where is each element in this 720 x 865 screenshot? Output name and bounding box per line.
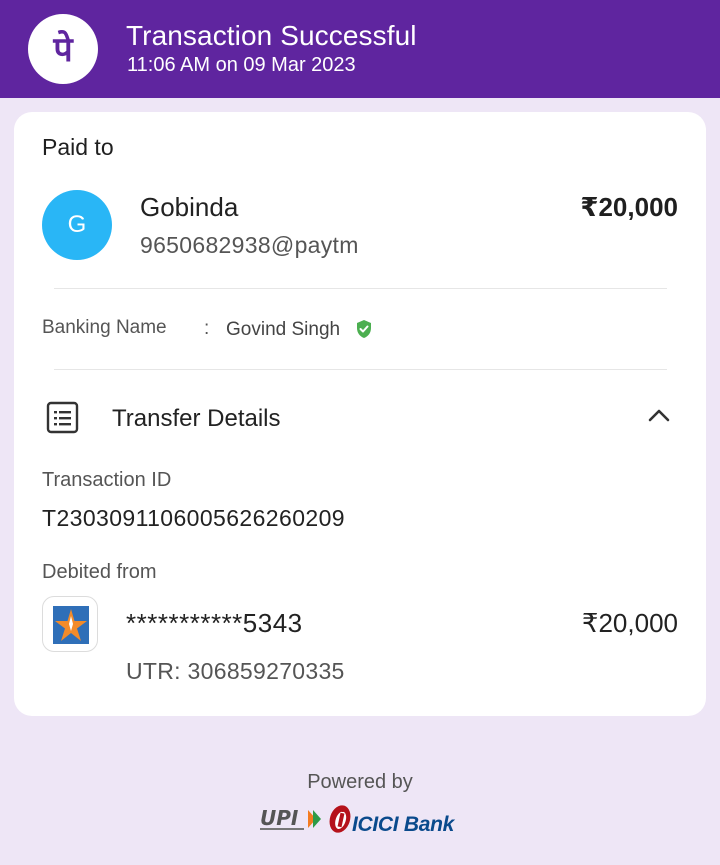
banking-name-label: Banking Name	[42, 317, 167, 338]
svg-text:UPI: UPI	[260, 806, 299, 830]
chevron-up-icon[interactable]	[648, 407, 670, 423]
transaction-id-value: T2303091106005626260209	[42, 505, 345, 531]
status-title: Transaction Successful	[126, 20, 417, 51]
payee-name: Gobinda	[140, 192, 239, 222]
payee-avatar: G	[42, 190, 112, 260]
utr-number: UTR: 306859270335	[126, 658, 345, 684]
paid-amount: ₹20,000	[580, 192, 678, 222]
header-bar: पे Transaction Successful 11:06 AM on 09…	[0, 0, 720, 98]
icici-bank-logo: ICICI Bank	[352, 813, 455, 836]
receipt-icon	[46, 401, 79, 434]
powered-by-label: Powered by	[307, 771, 413, 793]
transaction-id-label: Transaction ID	[42, 469, 172, 491]
divider	[54, 288, 667, 289]
divider	[54, 369, 667, 370]
banking-name-value: Govind Singh	[226, 319, 341, 340]
transaction-card: Paid to G Gobinda 9650682938@paytm ₹20,0…	[14, 112, 706, 716]
verified-shield-icon	[357, 320, 371, 338]
bank-logo	[42, 596, 98, 652]
payee-upi-id: 9650682938@paytm	[140, 232, 359, 258]
debited-from-label: Debited from	[42, 561, 157, 583]
bank-logo-icon	[53, 606, 89, 644]
upi-logo: UPI	[260, 806, 321, 830]
phonepe-logo: पे	[28, 14, 98, 84]
transaction-datetime: 11:06 AM on 09 Mar 2023	[127, 54, 356, 76]
banking-name-separator: :	[204, 318, 210, 339]
paid-to-label: Paid to	[42, 134, 114, 160]
phonepe-logo-icon: पे	[52, 29, 74, 70]
debited-amount: ₹20,000	[581, 608, 678, 638]
transfer-details-title: Transfer Details	[112, 405, 281, 432]
debited-account-number: ***********5343	[126, 608, 303, 638]
transfer-details-toggle[interactable]: Transfer Details	[14, 387, 706, 449]
icici-emblem-icon	[329, 805, 351, 833]
svg-text:पे: पे	[52, 29, 74, 70]
